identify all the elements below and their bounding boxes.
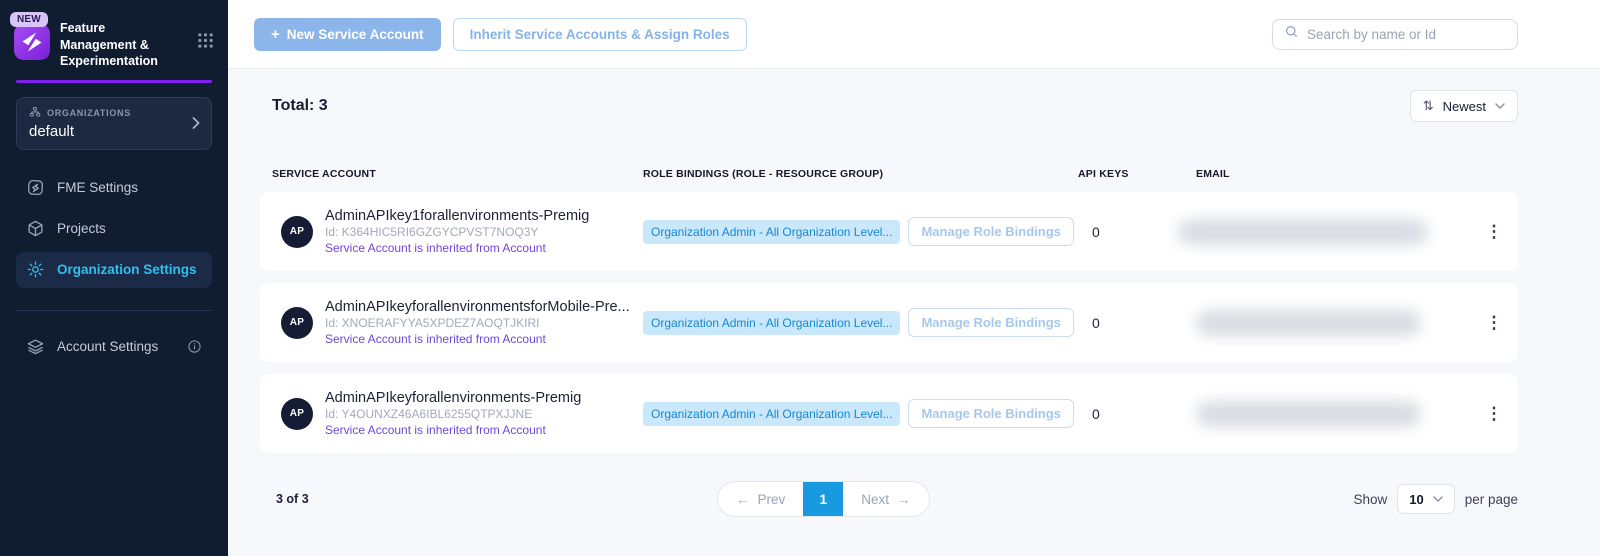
sidebar-item-fme-settings[interactable]: FME Settings [16,170,212,206]
sort-dropdown[interactable]: ⇅ Newest [1410,90,1518,122]
pager: ← Prev 1 Next → [717,481,930,517]
organization-icon [29,106,41,120]
redacted-email [1178,219,1428,245]
plus-icon: + [271,27,280,42]
arrow-left-icon: ← [736,492,750,507]
inherited-note: Service Account is inherited from Accoun… [325,331,630,347]
new-badge: NEW [10,12,48,27]
column-header-email: EMAIL [1196,168,1470,180]
avatar: AP [281,398,313,430]
prev-label: Prev [758,492,786,507]
manage-role-bindings-button[interactable]: Manage Role Bindings [908,308,1073,337]
layers-icon [26,337,45,356]
column-header-api-keys: API KEYS [1078,168,1196,180]
arrow-right-icon: → [897,492,911,507]
app-launcher-icon[interactable] [197,32,214,54]
organization-name: default [29,123,199,140]
table-row: AP AdminAPIkey1forallenvironments-Premig… [260,192,1518,271]
table-row: AP AdminAPIkeyforallenvironmentsforMobil… [260,283,1518,362]
manage-role-bindings-button[interactable]: Manage Role Bindings [908,399,1073,428]
sidebar-nav: FME Settings Projects Or [0,170,228,365]
search-box [1272,19,1518,50]
chevron-down-icon [1495,103,1505,109]
sidebar-item-projects[interactable]: Projects [16,211,212,247]
avatar: AP [281,307,313,339]
pagination-bar: 3 of 3 ← Prev 1 Next → Show 10 [260,481,1518,517]
sidebar-item-label: Organization Settings [57,262,197,277]
sidebar-item-account-settings[interactable]: Account Settings [16,329,212,365]
role-binding-badge: Organization Admin - All Organization Le… [643,402,900,426]
fme-settings-icon [26,178,45,197]
sort-icon: ⇅ [1423,98,1434,114]
chevron-right-icon [192,117,200,130]
sidebar-item-label: FME Settings [57,180,138,195]
page-number-button[interactable]: 1 [803,481,843,517]
sidebar-item-organization-settings[interactable]: Organization Settings [16,252,212,288]
manage-role-bindings-button[interactable]: Manage Role Bindings [908,217,1073,246]
topbar: + New Service Account Inherit Service Ac… [228,0,1600,68]
column-header-service-account: SERVICE ACCOUNT [272,168,643,180]
info-icon[interactable] [187,339,202,354]
inherited-note: Service Account is inherited from Accoun… [325,240,589,256]
product-logo: NEW [14,24,50,65]
chevron-down-icon [1433,496,1443,502]
service-account-id: Id: XNOERAFYYA5XPDEZ7AOQTJKIRI [325,315,630,331]
redacted-email [1196,310,1421,336]
main-area: + New Service Account Inherit Service Ac… [228,0,1600,556]
role-binding-badge: Organization Admin - All Organization Le… [643,220,900,244]
page-size-select[interactable]: 10 [1397,484,1454,514]
product-title: Feature Management & Experimentation [60,20,174,70]
inherit-service-accounts-button[interactable]: Inherit Service Accounts & Assign Roles [453,18,747,51]
nav-divider [16,310,212,311]
inherited-note: Service Account is inherited from Accoun… [325,422,581,438]
kebab-menu-icon[interactable]: ⋮ [1482,401,1507,426]
api-keys-count: 0 [1078,315,1196,331]
sidebar-item-label: Projects [57,221,106,236]
brand-header: NEW Feature Management & Experimentation [0,0,228,70]
service-account-name: AdminAPIkeyforallenvironments-Premig [325,390,581,406]
row-count: 3 of 3 [276,492,309,506]
api-keys-count: 0 [1078,406,1196,422]
service-account-id: Id: Y4OUNXZ46A6IBL6255QTPXJJNE [325,406,581,422]
new-service-account-label: New Service Account [287,27,424,42]
sort-value: Newest [1443,99,1486,114]
page-size-value: 10 [1409,492,1423,507]
service-account-id: Id: K364HIC5RI6GZGYCPVST7NOQ3Y [325,224,589,240]
kebab-menu-icon[interactable]: ⋮ [1482,310,1507,335]
table-header-row: SERVICE ACCOUNT ROLE BINDINGS (ROLE - RE… [260,168,1518,180]
table-row: AP AdminAPIkeyforallenvironments-Premig … [260,374,1518,453]
organization-switcher[interactable]: ORGANIZATIONS default [16,97,212,150]
total-count: Total: 3 [272,97,328,115]
search-input[interactable] [1307,27,1506,42]
sidebar: NEW Feature Management & Experimentation [0,0,228,556]
service-account-name: AdminAPIkey1forallenvironments-Premig [325,208,589,224]
role-binding-badge: Organization Admin - All Organization Le… [643,311,900,335]
avatar: AP [281,216,313,248]
gear-icon [26,260,45,279]
redacted-email [1196,401,1421,427]
column-header-role-bindings: ROLE BINDINGS (ROLE - RESOURCE GROUP) [643,168,1078,180]
content: Total: 3 ⇅ Newest SERVICE ACCOUNT ROLE B… [228,68,1600,556]
brand-accent-divider [16,80,212,83]
cube-icon [26,219,45,238]
sidebar-item-label: Account Settings [57,339,158,354]
kebab-menu-icon[interactable]: ⋮ [1482,219,1507,244]
prev-page-button[interactable]: ← Prev [718,482,803,516]
organizations-label: ORGANIZATIONS [47,108,131,118]
new-service-account-button[interactable]: + New Service Account [254,18,441,51]
per-page-label: per page [1465,492,1518,507]
service-account-name: AdminAPIkeyforallenvironmentsforMobile-P… [325,299,630,315]
app-window: NEW Feature Management & Experimentation [0,0,1600,556]
search-icon [1284,24,1299,44]
next-label: Next [861,492,889,507]
show-label: Show [1353,492,1387,507]
fme-logo-icon [14,24,50,60]
next-page-button[interactable]: Next → [843,482,928,516]
